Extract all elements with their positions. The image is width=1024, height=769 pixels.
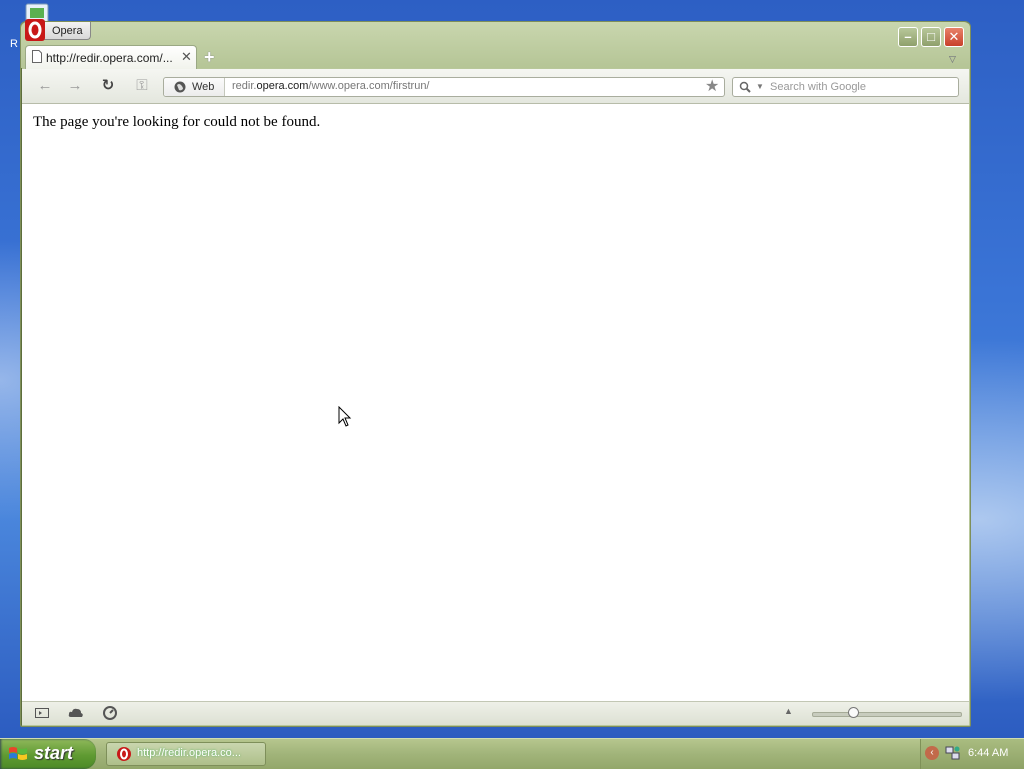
- system-tray: ‹ 6:44 AM: [920, 739, 1024, 769]
- bookmark-star-icon[interactable]: ★: [705, 78, 719, 96]
- clock: 6:44 AM: [968, 747, 1009, 759]
- windows-flag-icon: [9, 747, 27, 760]
- taskbar: start http://redir.opera.co... ‹ 6:44 AM: [0, 738, 1024, 769]
- zoom-slider-track[interactable]: [812, 712, 962, 717]
- desktop-icon-label: R: [10, 38, 18, 50]
- opera-turbo-icon[interactable]: [102, 706, 118, 720]
- site-label: Web: [192, 81, 215, 93]
- maximize-button[interactable]: □: [921, 27, 941, 47]
- view-toggle-icon[interactable]: ▲: [784, 706, 793, 716]
- url-prefix: redir.: [232, 80, 257, 92]
- opera-menu-button[interactable]: Opera: [25, 19, 91, 41]
- opera-task-icon: [117, 747, 131, 761]
- search-engine-dropdown-icon[interactable]: ▼: [756, 80, 764, 94]
- show-hidden-icons-button[interactable]: ‹: [925, 746, 939, 760]
- status-bar: ▲: [22, 701, 969, 725]
- not-found-message: The page you're looking for could not be…: [33, 114, 321, 130]
- page-content: The page you're looking for could not be…: [22, 104, 969, 701]
- forward-button[interactable]: →: [66, 78, 84, 94]
- opera-unite-cloud-icon[interactable]: [68, 706, 84, 720]
- start-label: start: [34, 743, 74, 763]
- opera-menu-label: Opera: [52, 25, 83, 37]
- taskbar-opera-task[interactable]: http://redir.opera.co...: [106, 742, 266, 766]
- close-window-button[interactable]: ✕: [944, 27, 964, 47]
- panel-toggle-icon[interactable]: [34, 706, 50, 720]
- search-box[interactable]: ▼: [732, 77, 959, 97]
- network-icon[interactable]: [945, 745, 961, 761]
- search-input[interactable]: [770, 79, 950, 95]
- globe-icon: [174, 81, 186, 93]
- url-host: opera.com: [256, 80, 309, 92]
- url-path: /www.opera.com/firstrun/: [308, 80, 430, 92]
- tab-menu-icon[interactable]: ▽: [949, 54, 956, 65]
- reload-button[interactable]: ↻: [99, 78, 117, 94]
- opera-browser-window: Opera – □ ✕ http://redir.opera.com/... ✕…: [20, 19, 971, 727]
- address-bar[interactable]: Web redir.opera.com/www.opera.com/firstr…: [163, 77, 725, 97]
- tab-redir-opera[interactable]: http://redir.opera.com/... ✕: [25, 45, 197, 69]
- page-icon: [32, 50, 42, 63]
- site-info-button[interactable]: Web: [164, 78, 225, 96]
- search-icon: [739, 81, 751, 93]
- opera-logo-icon: [25, 19, 45, 41]
- address-url[interactable]: redir.opera.com/www.opera.com/firstrun/: [232, 80, 430, 92]
- new-tab-button[interactable]: +: [204, 47, 215, 68]
- mouse-cursor-icon: [338, 406, 352, 427]
- zoom-slider-handle[interactable]: [848, 707, 859, 718]
- navigation-toolbar: ← → ↻ ⚿ Web redir.opera.com/www.opera.co…: [22, 69, 969, 104]
- tab-close-icon[interactable]: ✕: [181, 49, 192, 65]
- task-label: http://redir.opera.co...: [137, 747, 241, 759]
- tab-title: http://redir.opera.com/...: [46, 51, 173, 65]
- back-button[interactable]: ←: [36, 78, 54, 94]
- start-button[interactable]: start: [0, 739, 96, 769]
- wand-key-icon[interactable]: ⚿: [131, 78, 153, 94]
- minimize-button[interactable]: –: [898, 27, 918, 47]
